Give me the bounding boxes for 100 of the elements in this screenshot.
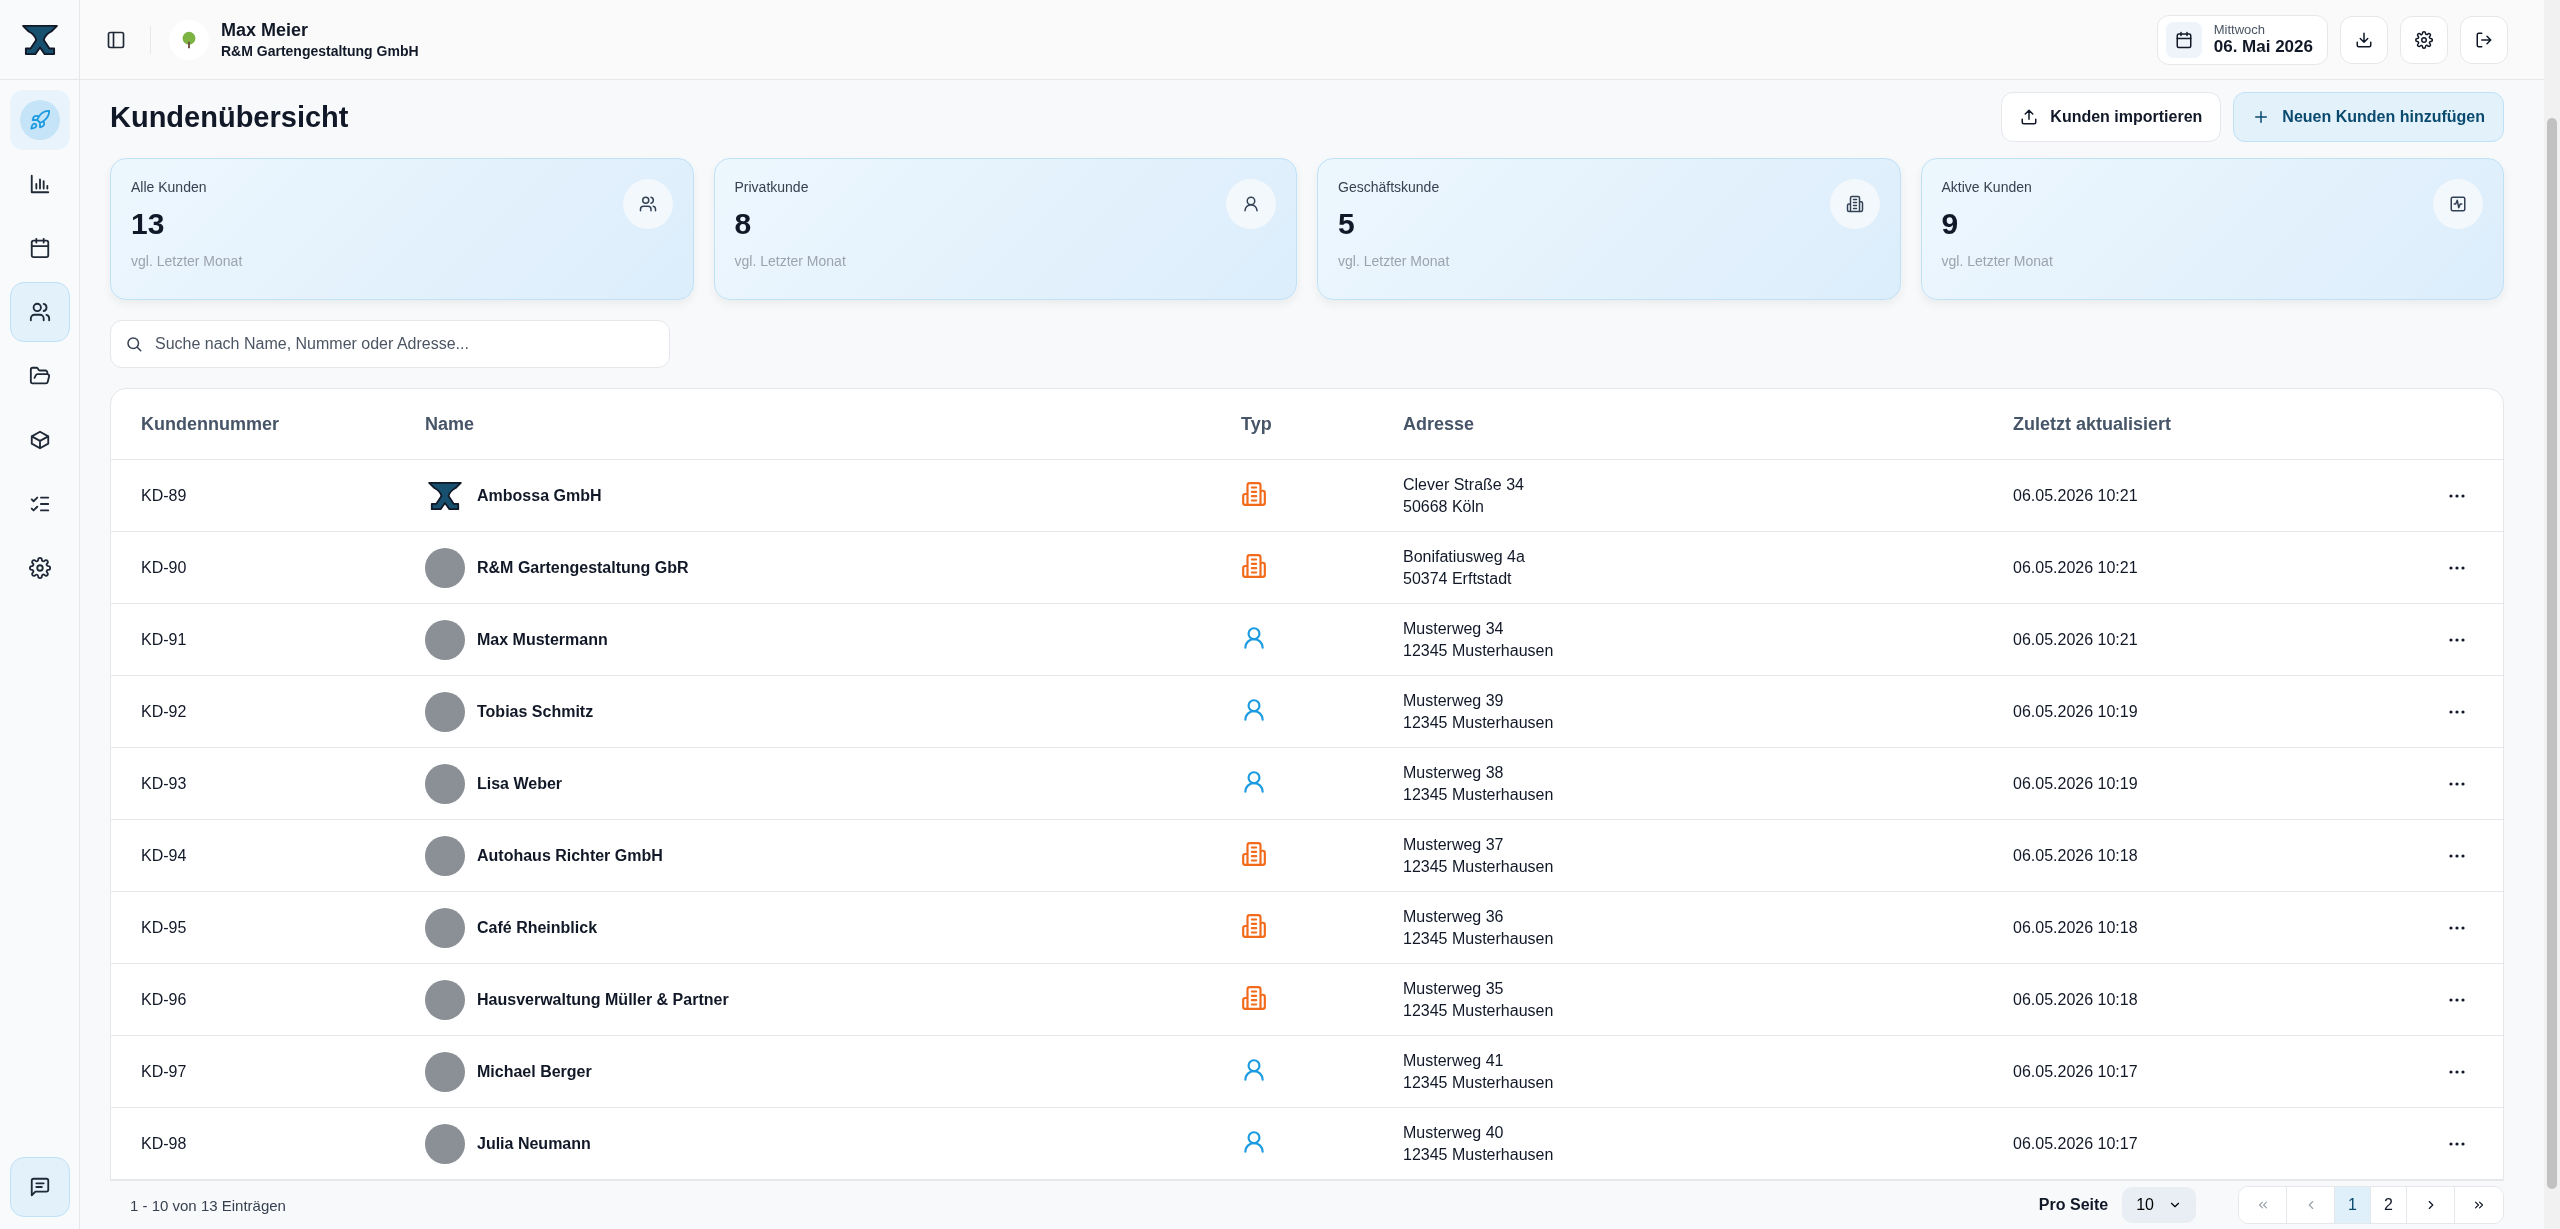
- import-button[interactable]: Kunden importieren: [2001, 92, 2222, 142]
- per-page-select[interactable]: 10: [2122, 1187, 2196, 1223]
- street-address: Musterweg 34: [1403, 619, 1505, 638]
- avatar-photo-placeholder: [425, 691, 465, 732]
- customer-name: R&M Gartengestaltung GbR: [477, 558, 689, 577]
- city-address: 12345 Musterhausen: [1403, 1073, 1555, 1092]
- stat-label: Aktive Kunden: [1941, 179, 2033, 195]
- more-icon: [2449, 637, 2465, 642]
- avatar-photo-placeholder: [425, 1051, 465, 1092]
- stat-label: Alle Kunden: [131, 179, 208, 195]
- building-icon: [1845, 195, 1864, 213]
- calendar-icon: [2174, 30, 2193, 49]
- stat-value: 5: [1338, 207, 1356, 241]
- stat-label: Privatkunde: [734, 179, 810, 195]
- chat-button[interactable]: [9, 1157, 70, 1217]
- stat-note: vgl. Letzter Monat: [1941, 253, 2054, 269]
- stat-value: 13: [131, 207, 166, 241]
- building-icon: [1241, 984, 1267, 1011]
- customer-number: KD-91: [141, 630, 188, 649]
- customer-number: KD-90: [141, 558, 188, 577]
- column-header: Name: [425, 413, 476, 435]
- customer-name: Café Rheinblick: [477, 918, 598, 937]
- street-address: Musterweg 35: [1403, 979, 1505, 998]
- customer-number: KD-98: [141, 1134, 188, 1153]
- stat-note: vgl. Letzter Monat: [131, 253, 244, 269]
- updated-time: 06.05.2026 10:19: [2013, 702, 2139, 721]
- city-address: 50374 Erftstadt: [1403, 569, 1513, 588]
- scrollbar[interactable]: [2544, 0, 2560, 1229]
- stat-value: 9: [1941, 207, 1960, 241]
- column-header: Zuletzt aktualisiert: [2013, 413, 2173, 435]
- cube-icon: [28, 429, 51, 451]
- updated-time: 06.05.2026 10:21: [2013, 558, 2139, 577]
- sidebar-toggle-icon: [106, 29, 126, 50]
- entries-summary: 1 - 10 von 13 Einträgen: [129, 1196, 286, 1214]
- customer-name: Lisa Weber: [477, 774, 563, 793]
- building-icon: [1241, 912, 1267, 939]
- logout-button[interactable]: [2460, 15, 2508, 64]
- city-address: 12345 Musterhausen: [1403, 1145, 1555, 1164]
- customer-name: Ambossa GmbH: [477, 486, 602, 505]
- download-icon: [2355, 30, 2373, 49]
- building-icon: [1241, 552, 1267, 579]
- customer-number: KD-96: [141, 990, 188, 1009]
- updated-time: 06.05.2026 10:18: [2013, 846, 2139, 865]
- person-icon: [1241, 1128, 1267, 1155]
- updated-time: 06.05.2026 10:17: [2013, 1062, 2139, 1081]
- avatar-photo-placeholder: [425, 835, 465, 876]
- anvil-logo-icon: [425, 480, 465, 511]
- anvil-logo-icon: [20, 23, 59, 56]
- avatar-photo-placeholder: [425, 979, 465, 1020]
- building-icon: [1241, 480, 1267, 507]
- street-address: Clever Straße 34: [1403, 475, 1525, 494]
- person-icon: [1241, 1056, 1267, 1083]
- more-icon: [2449, 853, 2465, 858]
- stat-note: vgl. Letzter Monat: [734, 253, 847, 269]
- activity-icon: [2449, 195, 2467, 213]
- street-address: Musterweg 38: [1403, 763, 1505, 782]
- bar-chart-icon: [28, 173, 51, 195]
- customer-name: Tobias Schmitz: [477, 702, 594, 721]
- more-icon: [2449, 565, 2465, 570]
- page-button[interactable]: 1: [2335, 1187, 2371, 1223]
- date-label: 06. Mai 2026: [2213, 37, 2313, 57]
- column-header: Typ: [1241, 413, 1273, 435]
- stat-value: 8: [734, 207, 753, 241]
- updated-time: 06.05.2026 10:18: [2013, 918, 2139, 937]
- sidebar-nav-button[interactable]: [9, 282, 70, 342]
- city-address: 12345 Musterhausen: [1403, 1001, 1555, 1020]
- add-customer-button[interactable]: Neuen Kunden hinzufügen: [2233, 92, 2504, 142]
- more-icon: [2449, 1141, 2465, 1146]
- page-title: Kundenübersicht: [110, 100, 349, 134]
- updated-time: 06.05.2026 10:21: [2013, 630, 2139, 649]
- search-field[interactable]: Suche nach Name, Nummer oder Adresse...: [110, 320, 670, 368]
- customer-name: Autohaus Richter GmbH: [477, 846, 663, 865]
- customer-number: KD-89: [141, 486, 188, 505]
- download-button[interactable]: [2340, 15, 2388, 64]
- users-icon: [28, 301, 51, 323]
- users-icon: [638, 195, 657, 213]
- customer-number: KD-93: [141, 774, 188, 793]
- user-name: Max Meier: [221, 20, 310, 41]
- updated-time: 06.05.2026 10:19: [2013, 774, 2139, 793]
- more-icon: [2449, 1069, 2465, 1074]
- settings-button[interactable]: [2400, 15, 2448, 64]
- logout-icon: [2475, 30, 2493, 49]
- street-address: Musterweg 40: [1403, 1123, 1505, 1142]
- calendar-icon: [28, 237, 51, 259]
- street-address: Bonifatiusweg 4a: [1403, 547, 1526, 566]
- customer-number: KD-94: [141, 846, 188, 865]
- street-address: Musterweg 41: [1403, 1051, 1505, 1070]
- city-address: 12345 Musterhausen: [1403, 641, 1555, 660]
- settings-icon: [28, 557, 51, 579]
- street-address: Musterweg 37: [1403, 835, 1505, 854]
- city-address: 12345 Musterhausen: [1403, 929, 1555, 948]
- city-address: 12345 Musterhausen: [1403, 857, 1555, 876]
- column-header: Kundennummer: [141, 413, 280, 435]
- more-icon: [2449, 925, 2465, 930]
- person-icon: [1241, 624, 1267, 651]
- customer-name: Max Mustermann: [477, 630, 608, 649]
- avatar-photo-placeholder: [425, 907, 465, 948]
- settings-icon: [2415, 30, 2433, 49]
- customer-name: Julia Neumann: [477, 1134, 591, 1153]
- city-address: 12345 Musterhausen: [1403, 713, 1555, 732]
